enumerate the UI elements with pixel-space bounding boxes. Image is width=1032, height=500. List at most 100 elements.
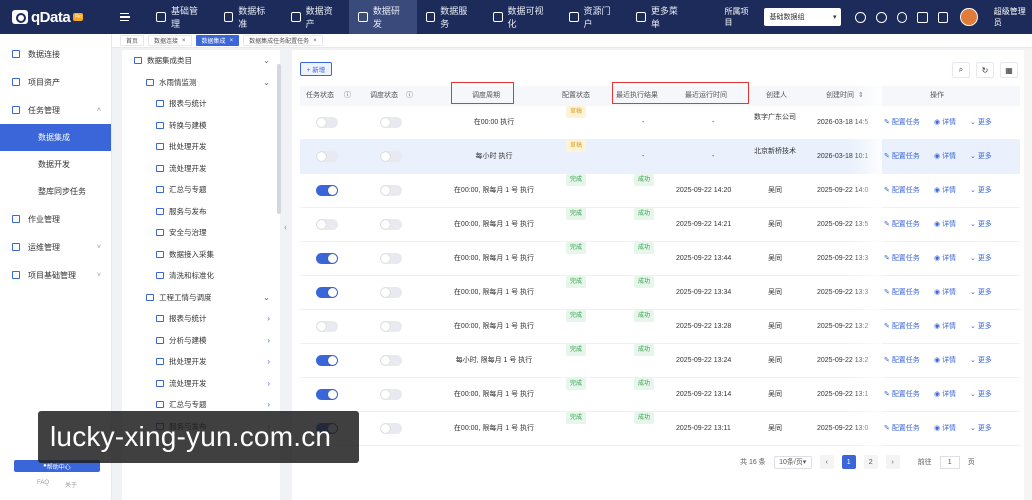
more-link[interactable]: ⌄ 更多 xyxy=(970,242,992,276)
tree-node[interactable]: 报表与统计 › xyxy=(122,308,280,330)
more-link[interactable]: ⌄ 更多 xyxy=(970,276,992,310)
chevron-down-icon[interactable]: ⌄ xyxy=(263,78,270,87)
tree-node[interactable]: 汇总与专题 xyxy=(122,179,280,201)
config-task-link[interactable]: ✎ 配置任务 xyxy=(884,276,920,310)
table-row[interactable]: 每小时, 限每月 1 号 执行 完成 成功 2025-09-22 13:24 吴同 202… xyxy=(300,344,1020,378)
tree-node[interactable]: 数据接入采集 xyxy=(122,244,280,266)
project-select[interactable]: 基础数据组 ▾ xyxy=(763,8,842,26)
more-link[interactable]: ⌄ 更多 xyxy=(970,378,992,412)
nav-item-4[interactable]: 数据服务 xyxy=(417,0,484,34)
chevron-right-icon[interactable]: › xyxy=(267,379,270,388)
nav-item-3[interactable]: 数据研发 xyxy=(349,0,417,34)
close-icon[interactable]: × xyxy=(182,38,186,44)
detail-link[interactable]: ◉ 详情 xyxy=(934,174,956,208)
sidebar-item-ops-management[interactable]: 运维管理 ˅ xyxy=(0,233,111,261)
table-row[interactable]: 在00:00, 限每月 1 号 执行 完成 成功 2025-09-22 13:14 吴同… xyxy=(300,378,1020,412)
sidebar-item-data-connection[interactable]: 数据连接 xyxy=(0,40,111,68)
config-task-link[interactable]: ✎ 配置任务 xyxy=(884,106,920,140)
more-link[interactable]: ⌄ 更多 xyxy=(970,344,992,378)
table-row[interactable]: 在00:00 执行 草稿 - - 数字广东公司 2026-03-18 14:5 ✎ 配置任务… xyxy=(300,106,1020,140)
tree-node[interactable]: 水雨情监测 ⌄ xyxy=(122,72,280,94)
search-icon[interactable] xyxy=(896,11,908,23)
fullscreen-icon[interactable] xyxy=(917,11,928,23)
chevron-right-icon[interactable]: › xyxy=(267,357,270,366)
table-row[interactable]: 每小时 执行 草稿 - - 北京新桥技术 2026-03-18 10:1 ✎ 配置任务 ◉ 详… xyxy=(300,140,1020,174)
nav-item-5[interactable]: 数据可视化 xyxy=(484,0,560,34)
tree-node[interactable]: 分析与建模 › xyxy=(122,330,280,352)
more-link[interactable]: ⌄ 更多 xyxy=(970,208,992,242)
tree-node[interactable]: 批处理开发 xyxy=(122,136,280,158)
detail-link[interactable]: ◉ 详情 xyxy=(934,140,956,174)
config-task-link[interactable]: ✎ 配置任务 xyxy=(884,140,920,174)
sidebar-sub-data-development[interactable]: 数据开发 xyxy=(0,151,111,178)
faq-link[interactable]: FAQ xyxy=(37,480,49,489)
page-2-button[interactable]: 2 xyxy=(863,455,878,469)
table-row[interactable]: 在00:00, 限每月 1 号 执行 完成 成功 2025-09-22 13:28 吴同… xyxy=(300,310,1020,344)
nav-item-0[interactable]: 基础管理 xyxy=(147,0,214,34)
config-task-link[interactable]: ✎ 配置任务 xyxy=(884,378,920,412)
sidebar-item-project-assets[interactable]: 项目资产 xyxy=(0,68,111,96)
search-icon[interactable]: ⌕ xyxy=(952,62,970,78)
tab-data-connection[interactable]: 数据连接 × xyxy=(148,35,192,46)
sidebar-item-project-base[interactable]: 项目基础管理 ˅ xyxy=(0,261,111,289)
next-page-button[interactable]: › xyxy=(885,455,900,469)
more-link[interactable]: ⌄ 更多 xyxy=(970,310,992,344)
add-button[interactable]: + 新增 xyxy=(300,62,332,76)
page-scrollbar[interactable] xyxy=(1024,50,1032,500)
tree-node[interactable]: 服务与发布 xyxy=(122,201,280,223)
table-row[interactable]: 在00:00, 限每月 1 号 执行 完成 成功 2025-09-22 13:44 吴同… xyxy=(300,242,1020,276)
detail-link[interactable]: ◉ 详情 xyxy=(934,310,956,344)
page-1-button[interactable]: 1 xyxy=(841,455,856,469)
table-row[interactable]: 在00:00, 限每月 1 号 执行 完成 成功 2025-09-22 14:21 吴同… xyxy=(300,208,1020,242)
detail-link[interactable]: ◉ 详情 xyxy=(934,106,956,140)
sidebar-item-job-management[interactable]: 作业管理 xyxy=(0,205,111,233)
app-logo[interactable]: qData Pro xyxy=(0,9,110,26)
tree-node[interactable]: 流处理开发 › xyxy=(122,373,280,395)
config-task-link[interactable]: ✎ 配置任务 xyxy=(884,344,920,378)
sidebar-item-task-management[interactable]: 任务管理 ˄ xyxy=(0,96,111,124)
tree-node[interactable]: 工程工情与调度 ⌄ xyxy=(122,287,280,309)
bell-icon[interactable] xyxy=(855,11,867,23)
config-task-link[interactable]: ✎ 配置任务 xyxy=(884,174,920,208)
more-link[interactable]: ⌄ 更多 xyxy=(970,412,992,446)
tab-home[interactable]: 首页 xyxy=(120,35,145,46)
tree-node[interactable]: 清洗和标准化 xyxy=(122,265,280,287)
tab-data-integration[interactable]: 数据集成 × xyxy=(195,35,240,46)
config-task-link[interactable]: ✎ 配置任务 xyxy=(884,242,920,276)
more-link[interactable]: ⌄ 更多 xyxy=(970,106,992,140)
layout-icon[interactable] xyxy=(937,11,949,23)
config-task-link[interactable]: ✎ 配置任务 xyxy=(884,208,920,242)
page-size-select[interactable]: 10条/页 ▾ xyxy=(773,455,812,469)
nav-item-6[interactable]: 资源门户 xyxy=(560,0,627,34)
prev-page-button[interactable]: ‹ xyxy=(819,455,834,469)
refresh-icon[interactable]: ↻ xyxy=(976,62,994,78)
detail-link[interactable]: ◉ 详情 xyxy=(934,208,956,242)
detail-link[interactable]: ◉ 详情 xyxy=(934,378,956,412)
chevron-left-icon[interactable]: ‹ xyxy=(284,222,287,232)
chevron-down-icon[interactable]: ⌄ xyxy=(263,293,270,302)
avatar[interactable] xyxy=(960,8,978,26)
chevron-right-icon[interactable]: › xyxy=(267,336,270,345)
chevron-down-icon[interactable]: ⌄ xyxy=(263,56,270,65)
config-task-link[interactable]: ✎ 配置任务 xyxy=(884,412,920,446)
tree-node[interactable]: 安全与治理 xyxy=(122,222,280,244)
detail-link[interactable]: ◉ 详情 xyxy=(934,344,956,378)
goto-page-input[interactable]: 1 xyxy=(939,455,960,469)
tree-node[interactable]: 数据集成类目 ⌄ xyxy=(122,50,280,72)
chevron-right-icon[interactable]: › xyxy=(267,400,270,409)
close-icon[interactable]: × xyxy=(313,38,317,44)
tree-scrollbar[interactable] xyxy=(277,64,281,214)
tree-node[interactable]: 转换与建模 xyxy=(122,115,280,137)
detail-link[interactable]: ◉ 详情 xyxy=(934,412,956,446)
refresh-icon[interactable] xyxy=(876,11,887,23)
table-row[interactable]: 在00:00, 限每月 1 号 执行 完成 成功 2025-09-22 13:34 吴同… xyxy=(300,276,1020,310)
more-link[interactable]: ⌄ 更多 xyxy=(970,174,992,208)
tree-node[interactable]: 流处理开发 xyxy=(122,158,280,180)
detail-link[interactable]: ◉ 详情 xyxy=(934,276,956,310)
detail-link[interactable]: ◉ 详情 xyxy=(934,242,956,276)
nav-item-7[interactable]: 更多菜单 xyxy=(627,0,694,34)
about-link[interactable]: 关于 xyxy=(65,480,77,489)
menu-toggle-icon[interactable] xyxy=(119,13,130,21)
more-link[interactable]: ⌄ 更多 xyxy=(970,140,992,174)
tree-node[interactable]: 报表与统计 xyxy=(122,93,280,115)
